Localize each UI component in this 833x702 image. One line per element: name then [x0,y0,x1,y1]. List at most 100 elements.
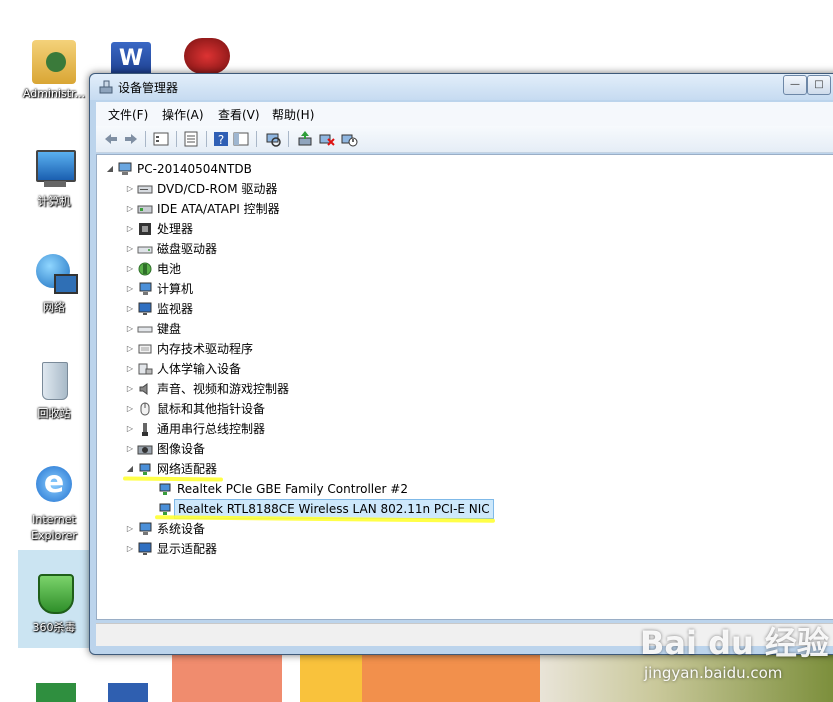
desktop-icon-360[interactable]: 360杀毒 [14,574,94,636]
desktop-icon-recycle-bin[interactable]: 回收站 [14,360,94,422]
disable-device-icon[interactable] [340,130,358,148]
toolbar: ? [96,126,833,153]
tree-item-label: DVD/CD-ROM 驱动器 [157,182,278,196]
collapse-arrow-icon[interactable]: ◢ [105,159,115,179]
highlight-mark [122,476,224,482]
display-adapter-icon [138,542,152,555]
uninstall-icon[interactable] [318,130,336,148]
expand-arrow-icon[interactable]: ▷ [125,219,135,239]
menu-help[interactable]: 帮助(H) [272,106,314,123]
dvd-drive-icon [137,185,153,194]
ie-icon: e [32,466,76,510]
tree-item-label: 显示适配器 [157,542,218,556]
computer-icon [118,162,132,175]
expand-arrow-icon[interactable]: ▷ [125,419,135,439]
desktop-icon-admin[interactable]: Administr... [14,40,94,102]
device-tree: ◢ PC-20140504NTDB ▷ DVD/CD-ROM 驱动器 ▷ IDE… [96,154,833,620]
back-arrow-icon[interactable] [102,130,120,148]
properties-icon[interactable] [182,130,200,148]
svg-text:?: ? [218,133,224,147]
watermark-url: jingyan.baidu.com [644,664,783,682]
expand-arrow-icon[interactable]: ▷ [125,199,135,219]
desktop-icon-label: Administr... [22,87,86,100]
tree-item-label: 系统设备 [157,522,206,536]
baidu-watermark: Bai du 经验 jingyan.baidu.com [640,610,830,690]
tree-item-label: 监视器 [157,302,194,316]
human-interface-icon [138,363,153,375]
user-folder-icon [32,40,76,84]
desktop-icon-label: 360杀毒 [32,621,76,634]
expand-arrow-icon[interactable]: ▷ [125,239,135,259]
tree-item-label: Realtek PCIe GBE Family Controller #2 [177,482,408,496]
show-panel-icon[interactable] [232,130,250,148]
minimize-button[interactable]: — [783,75,807,95]
scan-hardware-icon[interactable] [264,130,282,148]
expand-arrow-icon[interactable]: ▷ [125,179,135,199]
expand-arrow-icon[interactable]: ▷ [125,539,135,559]
maximize-button[interactable]: □ [807,75,831,95]
desktop-icon-network[interactable]: 网络 [14,254,94,316]
expand-arrow-icon[interactable]: ▷ [125,339,135,359]
tree-item-label: 磁盘驱动器 [157,242,218,256]
tree-item-label: 计算机 [157,282,194,296]
expand-arrow-icon[interactable]: ▷ [125,279,135,299]
expand-arrow-icon[interactable]: ▷ [125,439,135,459]
monitor-icon[interactable] [108,683,148,702]
game-icon[interactable] [184,38,230,74]
expand-arrow-icon[interactable]: ▷ [125,359,135,379]
expand-arrow-icon[interactable]: ▷ [125,299,135,319]
desktop-icon-computer[interactable]: 计算机 [14,148,94,210]
menu-bar: 文件(F) 操作(A) 查看(V) 帮助(H) [96,102,833,126]
help-icon[interactable]: ? [212,130,230,148]
desktop-icon-label: Internet Explorer [31,513,77,542]
title-bar[interactable]: 设备管理器 — □ [90,74,833,100]
network-globe-icon [32,254,78,298]
expand-arrow-icon[interactable]: ▷ [125,319,135,339]
tree-item-label: IDE ATA/ATAPI 控制器 [157,202,280,216]
tree-item-label: 鼠标和其他指针设备 [157,402,266,416]
keyboard-icon [137,326,153,333]
word-icon[interactable]: W [111,42,151,76]
tree-item-label: 声音、视频和游戏控制器 [157,382,290,396]
desktop-icon-ie[interactable]: e Internet Explorer [14,466,94,544]
desktop-icon-label: 计算机 [37,195,71,208]
device-manager-window: 设备管理器 — □ 文件(F) 操作(A) 查看(V) 帮助(H) ? ◢ PC… [89,73,833,655]
tree-item-label: 人体学输入设备 [157,362,242,376]
processor-icon [139,223,151,235]
system-device-icon [139,522,152,535]
computer-icon [32,148,76,192]
expand-arrow-icon[interactable]: ▷ [125,259,135,279]
tree-view-icon[interactable] [152,130,170,148]
recycle-bin-icon [32,360,76,404]
expand-arrow-icon[interactable]: ▷ [125,519,135,539]
speaker-icon [139,383,148,395]
battery-icon [138,262,152,276]
ide-controller-icon [137,205,153,214]
expand-arrow-icon[interactable]: ▷ [125,399,135,419]
tree-item-label: 键盘 [157,322,182,336]
tree-item-label: 处理器 [157,222,194,236]
expand-arrow-icon[interactable]: ▷ [125,379,135,399]
menu-file[interactable]: 文件(F) [108,106,148,123]
usb-icon [142,423,148,436]
network-adapter-icon [159,483,171,495]
watermark-logo: Bai du 经验 [640,624,829,662]
menu-action[interactable]: 操作(A) [162,106,204,123]
forward-arrow-icon[interactable] [122,130,140,148]
tree-item-label: 图像设备 [157,442,206,456]
disk-drive-icon [137,246,153,254]
mouse-icon [140,402,150,416]
shield-icon [32,574,76,618]
desktop-icon-label: 网络 [43,301,65,314]
memory-icon [138,344,152,354]
menu-view[interactable]: 查看(V) [218,106,260,123]
monitor-icon [138,302,152,315]
update-driver-icon[interactable] [296,130,314,148]
excel-icon[interactable] [36,683,76,702]
desktop-icon-label: 回收站 [37,407,71,420]
network-adapter-icon [139,463,151,475]
camera-icon [137,445,153,455]
computer-icon [139,282,152,295]
window-title: 设备管理器 [118,81,179,95]
tree-item-label: 内存技术驱动程序 [157,342,254,356]
